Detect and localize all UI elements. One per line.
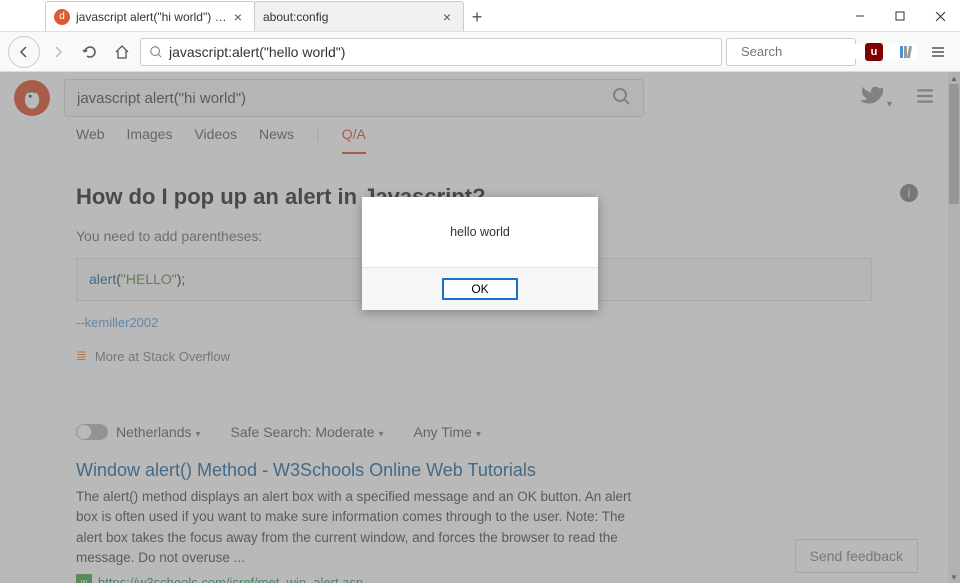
menu-button[interactable] <box>924 38 952 66</box>
reload-button[interactable] <box>76 38 104 66</box>
search-input[interactable] <box>741 44 917 59</box>
browser-tab[interactable]: about:config × <box>254 1 464 31</box>
url-input[interactable] <box>169 44 713 60</box>
duckduckgo-favicon: d <box>54 9 70 25</box>
tab-title: about:config <box>263 10 439 24</box>
new-tab-button[interactable]: + <box>463 3 491 31</box>
search-icon <box>149 45 163 59</box>
tab-strip: d javascript alert("hi world") at D × ab… <box>0 0 960 32</box>
maximize-button[interactable] <box>880 0 920 32</box>
alert-message: hello world <box>362 197 598 267</box>
library-button[interactable] <box>892 38 920 66</box>
ublock-icon[interactable]: u <box>860 38 888 66</box>
url-bar[interactable] <box>140 38 722 66</box>
navigation-toolbar: u <box>0 32 960 72</box>
home-button[interactable] <box>108 38 136 66</box>
close-icon[interactable]: × <box>439 9 455 25</box>
alert-dialog: hello world OK <box>362 197 598 310</box>
tab-title: javascript alert("hi world") at D <box>76 10 230 24</box>
browser-tab-active[interactable]: d javascript alert("hi world") at D × <box>45 1 255 31</box>
back-button[interactable] <box>8 36 40 68</box>
close-icon[interactable]: × <box>230 9 246 25</box>
close-window-button[interactable] <box>920 0 960 32</box>
forward-button[interactable] <box>44 38 72 66</box>
ok-button[interactable]: OK <box>442 278 518 300</box>
window-controls <box>840 0 960 32</box>
minimize-button[interactable] <box>840 0 880 32</box>
modal-backdrop <box>0 72 960 583</box>
search-bar[interactable] <box>726 38 856 66</box>
